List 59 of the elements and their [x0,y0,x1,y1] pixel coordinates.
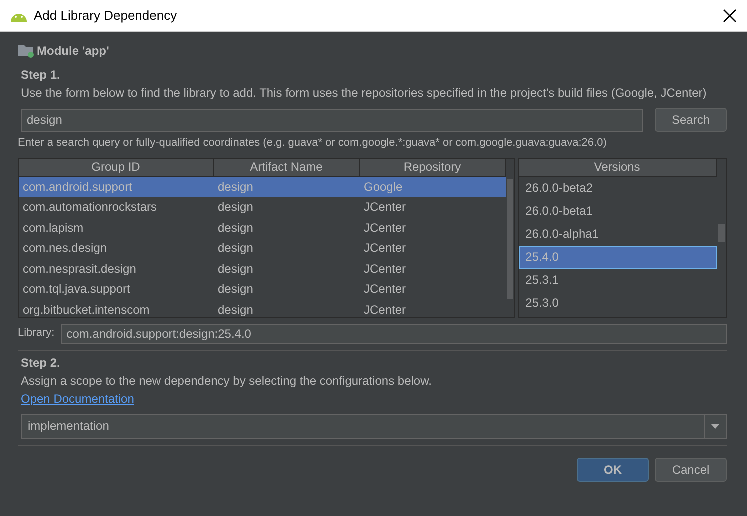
table-cell-text: com.tql.java.support [22,281,132,298]
scrollbar-thumb[interactable] [507,178,513,298]
caret-icon [711,424,720,428]
scope-dropdown[interactable]: implementation [21,414,727,438]
table-cell-text: JCenter [363,220,408,236]
table-cell-text: design [217,260,254,278]
column-header[interactable]: Repository [360,158,506,176]
table-row[interactable]: org.bitbucket.intenscom design JCenter [19,300,506,316]
step-heading: Step 1. [20,67,62,84]
scope-value: implementation [27,418,110,434]
table-cell-text: Google [363,178,404,196]
scrollbar-thumb[interactable] [718,224,725,242]
version-item[interactable]: 25.3.1 [518,268,717,292]
ok-button[interactable]: OK [577,458,649,482]
table-row[interactable]: com.automationrockstars design JCenter [19,197,506,218]
table-cell-text: JCenter [363,260,408,278]
version-item[interactable]: 25.4.0 [518,246,717,268]
documentation-link[interactable]: Open Documentation [18,392,134,406]
column-header[interactable]: Versions [518,158,717,176]
cancel-button[interactable]: Cancel [655,458,727,482]
table-cell-text: com.android.support [22,178,134,196]
table-cell-text: design [217,178,254,196]
version-item[interactable]: 26.0.0-alpha1 [518,222,717,246]
table-row[interactable]: com.nes.design design JCenter [19,238,506,258]
search-button[interactable]: Search [654,108,727,132]
table-cell-text: design [217,220,254,236]
version-item[interactable]: 26.0.0-beta1 [518,200,717,222]
table-row[interactable]: com.lapism design JCenter [19,218,506,238]
table-cell-text: JCenter [363,281,408,298]
version-item[interactable]: 26.0.0-beta2 [518,176,717,200]
table-cell-text: design [217,302,254,316]
column-header[interactable]: Group ID [19,158,214,176]
version-item[interactable]: 25.3.0 [518,292,717,314]
step-description: Assign a scope to the new dependency by selecting the configurations below. [20,372,433,390]
table-cell-text: com.automationrockstars [22,199,158,216]
step-heading: Step 2. [20,354,62,372]
table-cell-text: design [217,281,254,298]
search-hint: Enter a search query or fully-qualified coordinates (e.g. guava* or com.google.*:guava* or com.google.guava:guava:26.0) [18,136,608,151]
step-description: Use the form below to find the library to add. This form uses the repositories specified in the project's build files (Google, JCenter) [20,85,707,102]
table-row[interactable]: com.android.support design Google [19,176,506,197]
table-cell-text: JCenter [363,302,408,316]
table-cell-text: org.bitbucket.intenscom [22,302,151,316]
table-cell-text: com.nesprasit.design [22,260,138,278]
window-title: Add Library Dependency [34,6,178,25]
table-cell-text: com.nes.design [22,240,108,257]
close-icon[interactable] [723,8,737,22]
table-cell-text: design [217,199,254,216]
table-cell-text: JCenter [363,240,408,257]
module-folder-icon [18,44,34,58]
table-cell-text: design [217,240,254,257]
module-label: Module 'app' [37,43,110,60]
table-cell-text: com.lapism [22,220,85,236]
search-field[interactable]: design [21,108,643,132]
table-row[interactable]: com.tql.java.support design JCenter [19,279,506,300]
library-field[interactable]: com.android.support:design:25.4.0 [60,324,727,344]
library-label: Library: [18,326,55,342]
column-header[interactable]: Artifact Name [214,158,360,176]
table-row[interactable]: com.nesprasit.design design JCenter [19,258,506,279]
table-cell-text: JCenter [363,199,408,216]
